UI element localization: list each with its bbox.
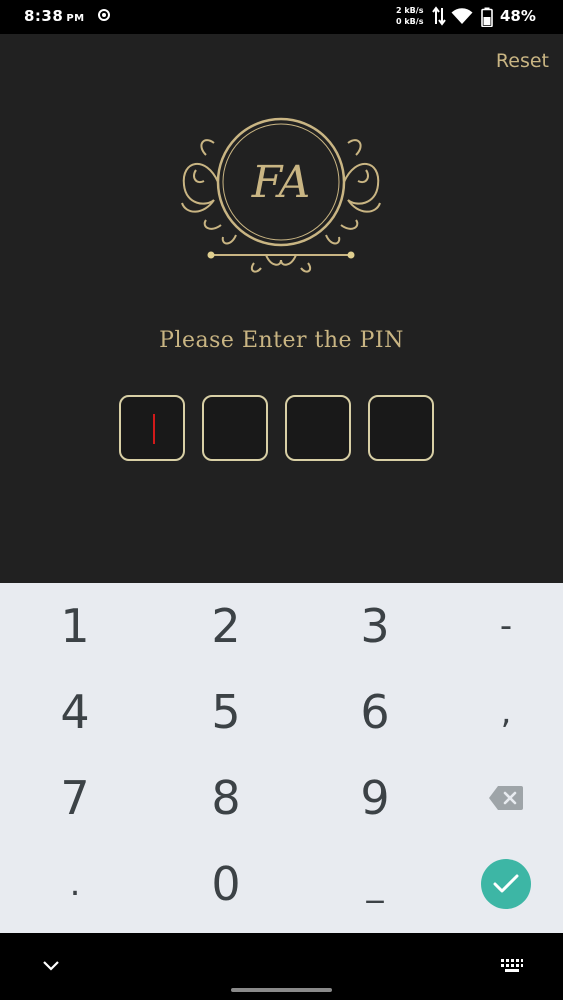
pin-prompt: Please Enter the PIN <box>159 328 404 353</box>
battery-icon <box>481 7 493 27</box>
network-speed: 2 kB/s 0 kB/s <box>396 6 424 26</box>
key-0[interactable]: 0 <box>156 841 296 927</box>
pin-entry-screen: 8:38 PM 2 kB/s 0 kB/s 48% Reset FA Pleas… <box>0 0 563 1000</box>
key-8[interactable]: 8 <box>156 755 296 841</box>
pin-digit-4[interactable] <box>368 395 434 461</box>
status-time: 8:38 PM <box>24 7 85 25</box>
key-7[interactable]: 7 <box>5 755 145 841</box>
numeric-keyboard: 1 2 3 - 4 5 6 , 7 8 9 . 0 _ <box>0 583 563 933</box>
battery-percent: 48% <box>500 7 536 25</box>
key-comma[interactable]: , <box>436 669 563 755</box>
status-bar: 8:38 PM 2 kB/s 0 kB/s 48% <box>0 0 563 34</box>
pin-input-group <box>119 395 434 461</box>
backspace-icon <box>489 786 523 810</box>
key-3[interactable]: 3 <box>305 583 445 669</box>
text-cursor <box>153 414 155 444</box>
key-2[interactable]: 2 <box>156 583 296 669</box>
screen-record-icon <box>98 9 110 21</box>
check-icon <box>493 874 519 893</box>
wifi-icon <box>451 8 473 24</box>
monogram-logo: FA <box>181 117 381 273</box>
data-transfer-icon <box>432 6 446 26</box>
key-underscore[interactable]: _ <box>305 841 445 927</box>
reset-button[interactable]: Reset <box>496 50 549 72</box>
key-4[interactable]: 4 <box>5 669 145 755</box>
key-9[interactable]: 9 <box>305 755 445 841</box>
hide-keyboard-icon[interactable] <box>42 960 60 972</box>
backspace-key[interactable] <box>436 755 563 841</box>
enter-button[interactable] <box>481 859 531 909</box>
enter-key[interactable] <box>436 841 563 927</box>
keyboard-switch-icon[interactable] <box>500 958 524 974</box>
key-1[interactable]: 1 <box>5 583 145 669</box>
key-6[interactable]: 6 <box>305 669 445 755</box>
key-minus[interactable]: - <box>436 583 563 669</box>
pin-digit-2[interactable] <box>202 395 268 461</box>
pin-digit-1[interactable] <box>119 395 185 461</box>
home-gesture-handle[interactable] <box>231 988 332 992</box>
key-5[interactable]: 5 <box>156 669 296 755</box>
key-period[interactable]: . <box>5 841 145 927</box>
pin-digit-3[interactable] <box>285 395 351 461</box>
monogram-text: FA <box>251 157 310 208</box>
